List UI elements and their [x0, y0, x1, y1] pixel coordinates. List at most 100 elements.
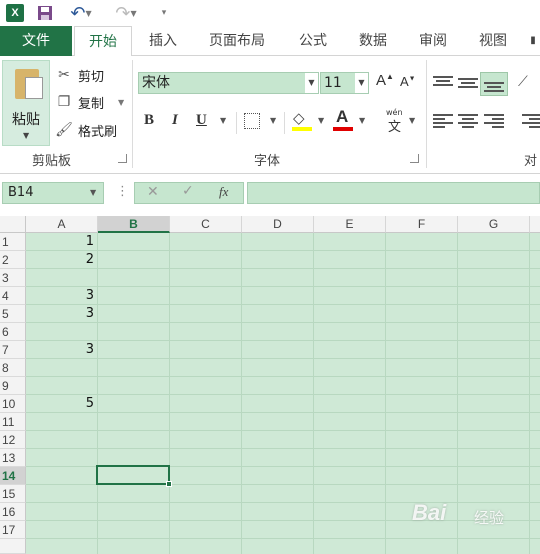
row-header[interactable]: 6	[0, 323, 26, 341]
quick-access-toolbar: X ↶ ▼ ↷ ▼ ▾	[0, 0, 540, 26]
save-icon[interactable]	[37, 3, 53, 23]
alignment-group-label: 对	[524, 154, 538, 169]
row-header-partial[interactable]	[0, 539, 26, 554]
orientation-icon[interactable]: ⟋	[518, 74, 528, 90]
tab-review[interactable]: 审阅	[410, 26, 456, 56]
tab-data[interactable]: 数据	[350, 26, 396, 56]
underline-button[interactable]: U	[196, 112, 207, 134]
grow-font-icon[interactable]: A▲	[376, 72, 394, 89]
select-all-corner[interactable]	[0, 216, 26, 233]
row-header[interactable]: 2	[0, 251, 26, 269]
ribbon-tabs: 文件 开始 插入 页面布局 公式 数据 审阅 视图 ▮	[0, 26, 540, 57]
fill-color-dropdown-icon[interactable]: ▼	[318, 116, 324, 125]
row-header[interactable]: 4	[0, 287, 26, 305]
align-middle-icon[interactable]	[458, 78, 478, 88]
row-header[interactable]: 3	[0, 269, 26, 287]
align-bottom-icon	[484, 82, 504, 92]
name-box[interactable]: B14	[2, 182, 104, 204]
copy-button[interactable]: ❐ 复制 ▼	[54, 91, 124, 113]
tab-page-layout[interactable]: 页面布局	[200, 26, 274, 56]
cancel-icon[interactable]: ✕	[147, 184, 159, 200]
cell-a2[interactable]: 2	[26, 251, 98, 269]
copy-dropdown-icon: ▼	[118, 97, 125, 107]
cell-a7[interactable]: 3	[26, 341, 98, 359]
format-painter-button[interactable]: 🖌 格式刷	[54, 119, 117, 141]
customize-qat-icon[interactable]: ▾	[158, 3, 170, 23]
cell-a1[interactable]: 1	[26, 233, 98, 251]
paste-button[interactable]: 粘贴 ▼	[2, 60, 50, 146]
phonetic-guide-button[interactable]: 文	[388, 116, 401, 135]
watermark-logo: Bai	[412, 500, 447, 525]
align-center-icon[interactable]	[458, 114, 478, 128]
align-left-icon[interactable]	[433, 114, 453, 128]
row-header[interactable]: 7	[0, 341, 26, 359]
clipboard-group-label: 剪贴板	[32, 154, 72, 169]
column-header-partial[interactable]	[530, 216, 540, 233]
paste-label: 粘贴	[12, 112, 40, 128]
formula-bar-splitter-icon[interactable]: ⋮	[116, 184, 129, 199]
fill-handle[interactable]	[166, 481, 172, 487]
redo-icon[interactable]: ↷ ▼	[115, 3, 137, 24]
clipboard-launcher-icon[interactable]	[118, 154, 127, 163]
row-header[interactable]: 8	[0, 359, 26, 377]
row-header[interactable]: 15	[0, 485, 26, 503]
font-size-input[interactable]: 11	[320, 72, 356, 94]
font-name-dropdown-icon[interactable]: ▼	[305, 72, 319, 94]
cell-a4[interactable]: 3	[26, 287, 98, 305]
align-right-icon[interactable]	[484, 114, 504, 128]
name-box-dropdown-icon[interactable]: ▼	[90, 188, 96, 197]
tab-insert[interactable]: 插入	[138, 26, 188, 56]
phonetic-dropdown-icon[interactable]: ▼	[409, 116, 415, 125]
column-header-g[interactable]: G	[458, 216, 530, 233]
scissors-icon: ✂	[58, 67, 70, 83]
borders-icon[interactable]	[244, 113, 260, 129]
cell-grid[interactable]	[26, 233, 540, 554]
font-name-input[interactable]: 宋体	[138, 72, 306, 94]
row-header[interactable]: 17	[0, 521, 26, 539]
row-header-selected[interactable]: 14	[0, 467, 26, 485]
active-cell-b14[interactable]	[96, 465, 170, 485]
cell-a5[interactable]: 3	[26, 305, 98, 323]
row-header[interactable]: 16	[0, 503, 26, 521]
cell-a10[interactable]: 5	[26, 395, 98, 413]
font-size-dropdown-icon[interactable]: ▼	[355, 72, 369, 94]
row-header[interactable]: 12	[0, 431, 26, 449]
font-group-label: 字体	[254, 154, 281, 169]
row-header[interactable]: 9	[0, 377, 26, 395]
borders-dropdown-icon[interactable]: ▼	[270, 116, 276, 125]
decrease-indent-icon[interactable]	[522, 114, 540, 128]
enter-icon[interactable]: ✓	[182, 183, 194, 199]
column-header-d[interactable]: D	[242, 216, 314, 233]
font-launcher-icon[interactable]	[410, 154, 419, 163]
tab-home[interactable]: 开始	[74, 26, 132, 57]
column-header-e[interactable]: E	[314, 216, 386, 233]
shrink-font-icon[interactable]: A▼	[400, 74, 416, 89]
font-color-swatch	[333, 127, 353, 131]
fill-color-icon[interactable]: ◇	[293, 109, 305, 127]
italic-button[interactable]: I	[172, 112, 178, 134]
column-header-c[interactable]: C	[170, 216, 242, 233]
column-header-b[interactable]: B	[98, 216, 170, 233]
column-header-f[interactable]: F	[386, 216, 458, 233]
row-header[interactable]: 13	[0, 449, 26, 467]
column-header-a[interactable]: A	[26, 216, 98, 233]
undo-icon[interactable]: ↶ ▼	[70, 3, 92, 24]
row-header[interactable]: 5	[0, 305, 26, 323]
formula-input[interactable]	[247, 182, 540, 204]
align-top-icon[interactable]	[433, 76, 453, 86]
tabs-more-icon[interactable]: ▮	[526, 26, 540, 56]
cut-button[interactable]: ✂ 剪切	[54, 64, 104, 86]
row-header[interactable]: 10	[0, 395, 26, 413]
tab-file[interactable]: 文件	[0, 26, 72, 56]
copy-icon: ❐	[57, 94, 71, 110]
tab-formulas[interactable]: 公式	[290, 26, 336, 56]
underline-dropdown-icon[interactable]: ▼	[220, 116, 226, 125]
bold-button[interactable]: B	[144, 112, 154, 134]
tab-view[interactable]: 视图	[470, 26, 516, 56]
insert-function-icon[interactable]: fx	[219, 184, 228, 200]
row-header[interactable]: 11	[0, 413, 26, 431]
font-color-icon[interactable]: A	[336, 107, 348, 127]
excel-logo-icon: X	[6, 4, 24, 22]
font-color-dropdown-icon[interactable]: ▼	[359, 116, 365, 125]
row-header[interactable]: 1	[0, 233, 26, 251]
